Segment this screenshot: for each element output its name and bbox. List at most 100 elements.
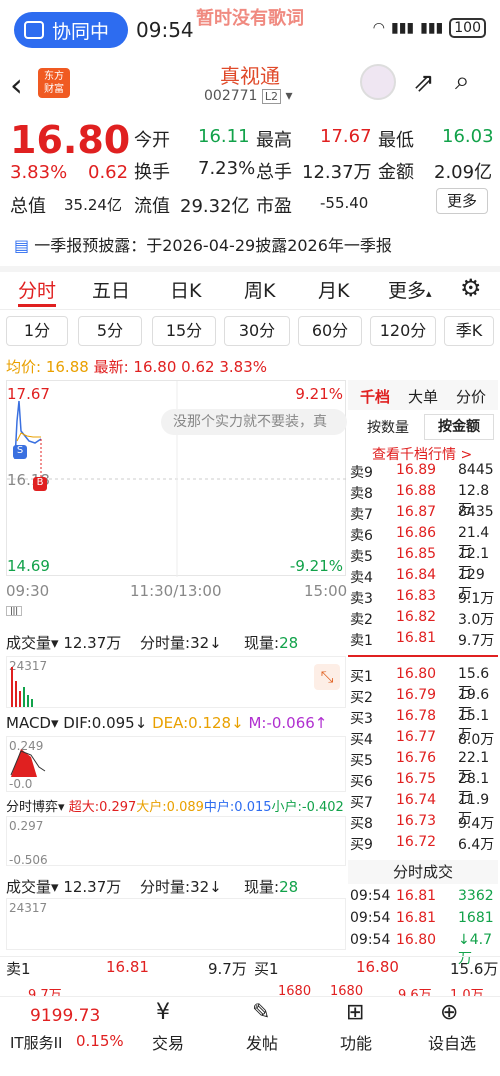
strip-sell1-price: 16.81: [106, 958, 149, 976]
bid-row[interactable]: 买4 16.77 8.0万: [350, 729, 496, 750]
caret-up-icon: ▴: [426, 287, 432, 300]
ask-price: 16.82: [396, 609, 437, 625]
ask-price: 16.85: [396, 546, 437, 562]
bid-row[interactable]: 买2 16.79 19.6万: [350, 687, 496, 722]
bid-row[interactable]: 买3 16.78 15.1万: [350, 708, 496, 743]
trades-title[interactable]: 分时成交: [348, 860, 498, 884]
code-text: 002771: [204, 88, 258, 104]
avg-label: 均价:: [6, 358, 42, 376]
bid-row[interactable]: 买6 16.75 28.1万: [350, 771, 496, 806]
turnover-label: 换手: [134, 162, 170, 183]
sell-marker-icon: S: [13, 445, 27, 459]
period-1m[interactable]: 1分: [6, 316, 68, 346]
trade-row[interactable]: 09:54 16.80 ↓4.7万: [350, 932, 496, 967]
ask-row[interactable]: 卖2 16.82 3.0万: [350, 609, 496, 630]
game-large: 大户:0.089: [136, 800, 204, 815]
vol2-header[interactable]: 成交量▾ 12.37万: [6, 876, 121, 897]
tab-monthly-k[interactable]: 月K: [318, 276, 349, 303]
tab-weekly-k[interactable]: 周K: [244, 276, 275, 303]
tab-underline: [18, 304, 56, 307]
volume-value: 12.37万: [302, 162, 372, 183]
tab-5day[interactable]: 五日: [92, 276, 130, 303]
trade-button[interactable]: 交易: [152, 1030, 184, 1054]
tab-daily-k[interactable]: 日K: [170, 276, 201, 303]
last-label: 最新:: [93, 358, 129, 376]
strip-sell1-vol: 9.7万: [208, 960, 247, 978]
tab-intraday[interactable]: 分时: [18, 276, 56, 303]
period-quarter-k[interactable]: 季K: [444, 316, 494, 346]
avg-value: 16.88: [45, 358, 89, 376]
strip-buy1-price: 16.80: [356, 958, 399, 976]
ask-row[interactable]: 卖7 16.87 8435: [350, 504, 496, 525]
by-amount[interactable]: 按金额: [424, 414, 494, 440]
period-15m[interactable]: 15分: [152, 316, 216, 346]
expand-icon[interactable]: ⤡: [314, 664, 340, 690]
ask-row[interactable]: 卖4 16.84 129万: [350, 567, 496, 602]
stock-code[interactable]: 002771 L2 ▾: [204, 88, 293, 104]
ask-vol: 9.7万: [458, 633, 495, 649]
bid-vol: 8.0万: [458, 732, 495, 748]
ask-row[interactable]: 卖9 16.89 8445: [350, 462, 496, 483]
ask-row[interactable]: 卖8 16.88 12.8万: [350, 483, 496, 518]
depth-tab-bigorder[interactable]: 大单: [408, 386, 438, 407]
ask-row[interactable]: 卖6 16.86 21.4万: [350, 525, 496, 560]
search-icon[interactable]: ⌕: [455, 66, 470, 97]
pct-change: 3.83%: [10, 162, 68, 183]
bid-row[interactable]: 买5 16.76 22.1万: [350, 750, 496, 785]
by-quantity[interactable]: 按数量: [356, 416, 420, 440]
high-label: 最高: [256, 130, 292, 151]
ask-row[interactable]: 卖5 16.85 12.1万: [350, 546, 496, 581]
open-value: 16.11: [198, 126, 250, 147]
game-super: 超大:0.297: [68, 800, 137, 815]
view-depth-link[interactable]: 查看千档行情 >: [372, 444, 472, 464]
period-120m[interactable]: 120分: [370, 316, 436, 346]
bid-price: 16.76: [396, 750, 437, 766]
scroll-handle[interactable]: |||: [6, 606, 22, 616]
volume-label: 总手: [256, 162, 292, 183]
bid-row[interactable]: 买1 16.80 15.6万: [350, 666, 496, 701]
ask-row[interactable]: 卖3 16.83 9.1万: [350, 588, 496, 609]
vol2-now: 现量:28: [244, 876, 298, 897]
float-label: 流值: [134, 196, 170, 217]
time-mid: 11:30/13:00: [130, 582, 222, 600]
depth-tab-1000[interactable]: 千档: [360, 386, 390, 407]
ask-price: 16.87: [396, 504, 437, 520]
amount-value: 2.09亿: [434, 162, 493, 183]
clock: 09:54: [136, 18, 194, 42]
game-header[interactable]: 分时博弈▾ 超大:0.297大户:0.089中户:0.015小户:-0.402: [6, 796, 344, 815]
tab-more[interactable]: 更多▴: [388, 276, 432, 303]
macd-header[interactable]: MACD▾ DIF:0.095↓ DEA:0.128↓ M:-0.066↑: [6, 714, 327, 732]
period-30m[interactable]: 30分: [224, 316, 290, 346]
bid-row[interactable]: 买8 16.73 9.4万: [350, 813, 496, 834]
trade-row[interactable]: 09:54 16.81 3362: [350, 888, 496, 909]
bid-label: 买8: [350, 816, 373, 832]
vol-indicator-header[interactable]: 成交量▾ 12.37万: [6, 632, 121, 653]
bid-row[interactable]: 买9 16.72 6.4万: [350, 834, 496, 855]
depth-tab-price[interactable]: 分价: [456, 386, 486, 407]
function-button[interactable]: 功能: [340, 1030, 372, 1054]
collab-label: 协同中: [52, 20, 110, 43]
ask-row[interactable]: 卖1 16.81 9.7万: [350, 630, 496, 651]
intraday-chart[interactable]: 17.67 9.21% 16.18 14.69 -9.21% 没那个实力就不要装…: [6, 380, 347, 577]
period-60m[interactable]: 60分: [298, 316, 362, 346]
share-icon[interactable]: ⇗: [413, 68, 435, 98]
collab-pill[interactable]: 协同中: [14, 12, 128, 48]
trade-row[interactable]: 09:54 16.81 1681: [350, 910, 496, 931]
announcement[interactable]: ▤ 一季报预披露：于2026-04-29披露2026年一季报: [14, 232, 392, 256]
document-icon: ▤: [14, 236, 35, 255]
chart-top-price: 17.67: [7, 385, 50, 403]
bid-row[interactable]: 买7 16.74 11.9万: [350, 792, 496, 827]
avatar[interactable]: [360, 64, 396, 100]
add-watchlist-button[interactable]: 设自选: [428, 1030, 476, 1054]
gear-icon[interactable]: ⚙: [460, 274, 482, 302]
bid-label: 买7: [350, 795, 373, 811]
period-5m[interactable]: 5分: [78, 316, 142, 346]
index-name[interactable]: IT服务II: [10, 1032, 62, 1053]
post-button[interactable]: 发帖: [246, 1030, 278, 1054]
vol2-tick-value: 32↓: [190, 878, 222, 896]
more-button[interactable]: 更多: [436, 188, 488, 214]
chart-top-pct: 9.21%: [295, 385, 343, 403]
ask-label: 卖5: [350, 549, 373, 565]
chg-value: 0.62: [181, 358, 215, 376]
index-value[interactable]: 9199.73: [30, 1006, 100, 1026]
